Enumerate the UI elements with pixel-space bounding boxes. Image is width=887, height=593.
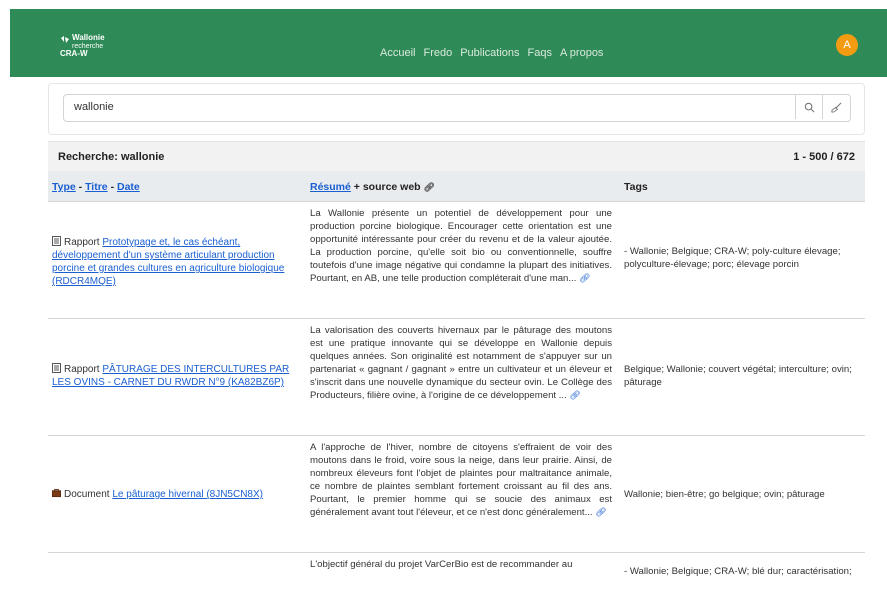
sort-type[interactable]: Type	[52, 181, 76, 193]
clear-search-button[interactable]	[822, 95, 850, 119]
user-avatar[interactable]: A	[836, 34, 858, 56]
row-doc-info: Document Le pâturage hivernal (8JN5CN8X)	[52, 488, 300, 501]
table-row: Rapport PÂTURAGE DES INTERCULTURES PAR L…	[48, 319, 865, 436]
row-tags: Wallonie; bien-être; go belgique; ovin; …	[624, 489, 825, 500]
sort-title[interactable]: Titre	[85, 181, 108, 193]
doc-type: Document	[64, 489, 110, 500]
nav-publications[interactable]: Publications	[460, 47, 519, 59]
search-input[interactable]	[64, 95, 802, 119]
source-link-icon[interactable]: 🔗︎	[579, 273, 590, 283]
search-card	[48, 83, 865, 135]
summary-text: L'objectif général du projet VarCerBio e…	[310, 559, 573, 570]
broom-icon	[831, 102, 842, 113]
nav-fredo[interactable]: Fredo	[423, 47, 452, 59]
table-header: Type - Titre - Date Résumé + source web …	[48, 171, 865, 202]
results-header: Recherche: wallonie 1 - 500 / 672	[48, 141, 865, 172]
results-count: 1 - 500 / 672	[793, 151, 855, 163]
sort-controls: Type - Titre - Date	[52, 181, 140, 193]
row-doc-info: Rapport Prototypage et, le cas échéant, …	[52, 236, 300, 288]
row-tags: Belgique; Wallonie; couvert végétal; int…	[624, 364, 852, 388]
logo-line-1: Wallonie	[72, 33, 105, 42]
search-icon	[804, 102, 815, 112]
row-summary: L'objectif général du projet VarCerBio e…	[310, 558, 612, 571]
sort-separator: -	[78, 181, 83, 193]
row-tags: - Wallonie; Belgique; CRA-W; blé dur; ca…	[624, 566, 852, 577]
table-row: Rapport Prototypage et, le cas échéant, …	[48, 202, 865, 319]
nav-faqs[interactable]: Faqs	[528, 47, 552, 59]
row-summary: La Wallonie présente un potentiel de dév…	[310, 207, 612, 286]
table-row: Document Le pâturage hivernal (8JN5CN8X)…	[48, 436, 865, 553]
sort-separator: -	[110, 181, 115, 193]
briefcase-icon	[52, 488, 61, 498]
summary-text: La valorisation des couverts hivernaux p…	[310, 325, 612, 402]
nav-a-propos[interactable]: A propos	[560, 47, 603, 59]
row-summary: La valorisation des couverts hivernaux p…	[310, 324, 612, 403]
nav-accueil[interactable]: Accueil	[380, 47, 415, 59]
tags-header: Tags	[624, 181, 648, 193]
doc-type: Rapport	[64, 364, 100, 375]
results-title: Recherche: wallonie	[58, 151, 165, 163]
main-nav: Accueil Fredo Publications Faqs A propos	[380, 47, 603, 59]
search-button[interactable]	[795, 95, 823, 119]
row-doc-info: Rapport PÂTURAGE DES INTERCULTURES PAR L…	[52, 363, 300, 389]
logo-mark-icon	[61, 36, 69, 43]
source-link-icon[interactable]: 🔗︎	[595, 507, 606, 517]
summary-text: La Wallonie présente un potentiel de dév…	[310, 208, 612, 285]
row-summary: A l'approche de l'hiver, nombre de citoy…	[310, 441, 612, 520]
summary-text: A l'approche de l'hiver, nombre de citoy…	[310, 442, 612, 519]
link-icon: 🔗︎	[423, 182, 435, 192]
doc-title-link[interactable]: Le pâturage hivernal (8JN5CN8X)	[112, 489, 263, 500]
results-table: Type - Titre - Date Résumé + source web …	[48, 171, 865, 593]
top-navbar: Wallonie recherche CRA-W Accueil Fredo P…	[10, 9, 887, 77]
logo[interactable]: Wallonie recherche CRA-W	[60, 34, 130, 60]
table-row: L'objectif général du projet VarCerBio e…	[48, 553, 865, 593]
source-link-icon[interactable]: 🔗︎	[569, 390, 580, 400]
source-web-label: + source web	[353, 181, 421, 193]
sort-date[interactable]: Date	[117, 181, 140, 193]
sort-resume[interactable]: Résumé	[310, 181, 351, 193]
logo-line-3: CRA-W	[60, 49, 88, 58]
doc-type: Rapport	[64, 237, 100, 248]
report-icon	[52, 363, 61, 373]
report-icon	[52, 236, 61, 246]
row-tags: - Wallonie; Belgique; CRA-W; poly-cultur…	[624, 246, 841, 270]
summary-header: Résumé + source web 🔗︎	[310, 181, 435, 193]
search-group	[63, 94, 851, 122]
